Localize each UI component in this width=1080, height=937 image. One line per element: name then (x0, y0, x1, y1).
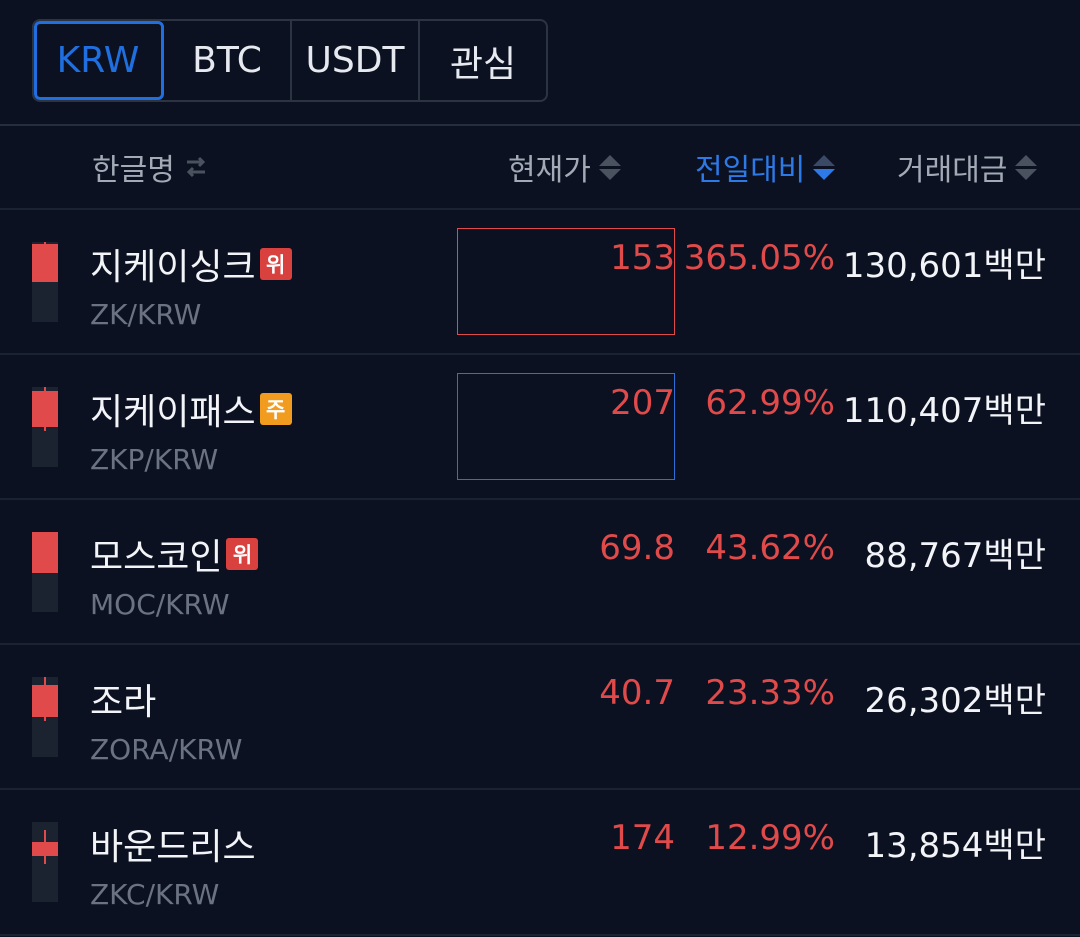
header-volume[interactable]: 거래대금 (897, 126, 1038, 208)
coin-name-wrap: 바운드리스 (90, 818, 256, 870)
warning-badge: 위 (259, 248, 292, 280)
caution-badge: 주 (259, 393, 292, 425)
current-price: 207 (610, 383, 675, 423)
warning-badge: 위 (226, 538, 259, 570)
bottom-divider (0, 934, 1080, 936)
tab-usdt[interactable]: USDT (292, 21, 420, 100)
coin-name: 지케이싱크 (90, 247, 256, 288)
change-rate: 62.99% (705, 383, 835, 423)
column-header: 한글명 현재가 전일대비 거래대금 (0, 126, 1080, 208)
coin-ticker: ZORA/KRW (90, 733, 243, 766)
market-row[interactable]: 지케이싱크 위 ZK/KRW 153 365.05% 130,601백만 (0, 208, 1080, 353)
market-row[interactable]: 바운드리스 ZKC/KRW 174 12.99% 13,854백만 (0, 788, 1080, 933)
header-change-label: 전일대비 (695, 153, 806, 188)
header-volume-label: 거래대금 (897, 153, 1008, 188)
candle-icon (32, 822, 58, 902)
change-rate: 365.05% (683, 238, 835, 278)
sort-desc-icon (813, 154, 836, 180)
coin-ticker: ZKC/KRW (90, 878, 220, 911)
market-tabs: KRW BTC USDT 관심 (32, 19, 548, 102)
coin-name: 바운드리스 (90, 827, 256, 868)
current-price: 69.8 (599, 528, 675, 568)
coin-name-wrap: 조라 (90, 673, 156, 725)
market-row[interactable]: 모스코인 위 MOC/KRW 69.8 43.62% 88,767백만 (0, 498, 1080, 643)
sort-icon (598, 154, 621, 180)
candle-icon (32, 532, 58, 612)
sort-icon (1015, 154, 1038, 180)
coin-name: 조라 (90, 682, 157, 723)
coin-ticker: MOC/KRW (90, 588, 230, 621)
current-price: 174 (610, 818, 675, 858)
tab-btc[interactable]: BTC (164, 21, 292, 100)
candle-icon (32, 677, 58, 757)
trade-volume: 130,601백만 (842, 246, 1046, 286)
header-price[interactable]: 현재가 (508, 126, 621, 208)
current-price: 40.7 (599, 673, 675, 713)
market-row[interactable]: 조라 ZORA/KRW 40.7 23.33% 26,302백만 (0, 643, 1080, 788)
header-price-label: 현재가 (508, 153, 591, 188)
trade-volume: 110,407백만 (842, 391, 1046, 431)
coin-ticker: ZK/KRW (90, 298, 202, 331)
tab-favorites[interactable]: 관심 (420, 21, 546, 100)
coin-name-wrap: 모스코인 위 (90, 528, 259, 580)
trade-volume: 13,854백만 (864, 826, 1046, 866)
header-name-label: 한글명 (92, 153, 175, 188)
header-name[interactable]: 한글명 (92, 126, 209, 208)
change-rate: 12.99% (705, 818, 835, 858)
coin-name-wrap: 지케이패스 주 (90, 383, 292, 435)
market-row[interactable]: 지케이패스 주 ZKP/KRW 207 62.99% 110,407백만 (0, 353, 1080, 498)
coin-name-wrap: 지케이싱크 위 (90, 238, 292, 290)
current-price: 153 (610, 238, 675, 278)
swap-icon (186, 156, 205, 178)
tab-krw[interactable]: KRW (34, 21, 164, 100)
coin-ticker: ZKP/KRW (90, 443, 219, 476)
coin-name: 모스코인 (90, 537, 223, 578)
change-rate: 43.62% (705, 528, 835, 568)
candle-icon (32, 242, 58, 322)
header-change[interactable]: 전일대비 (695, 126, 836, 208)
candle-icon (32, 387, 58, 467)
coin-name: 지케이패스 (90, 392, 256, 433)
change-rate: 23.33% (705, 673, 835, 713)
trade-volume: 26,302백만 (864, 681, 1046, 721)
trade-volume: 88,767백만 (864, 536, 1046, 576)
